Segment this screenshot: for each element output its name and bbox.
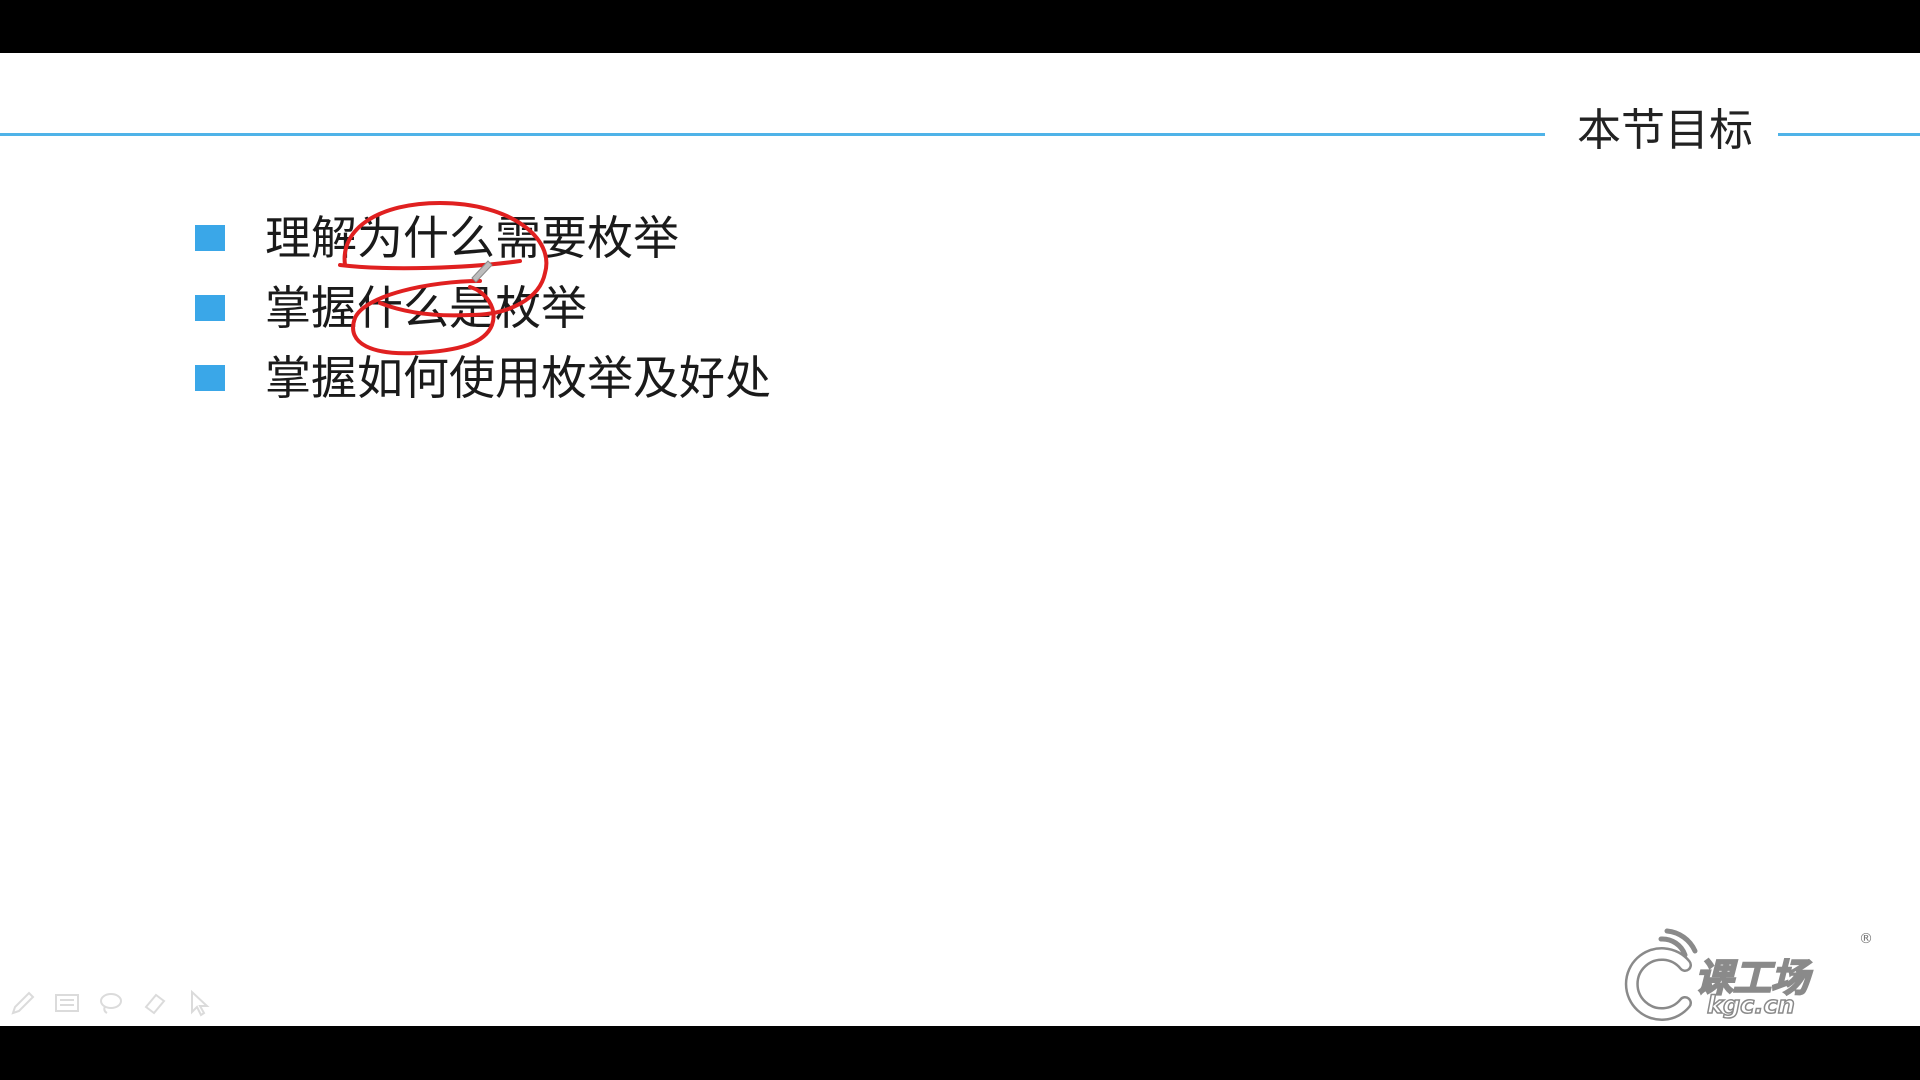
letterbox-bottom	[0, 1026, 1920, 1080]
letterbox-top	[0, 0, 1920, 53]
bullet-item: 理解为什么需要枚举	[195, 203, 771, 273]
lasso-icon	[100, 993, 122, 1014]
pen-toolbar	[8, 983, 214, 1023]
pointer-icon	[191, 989, 210, 1017]
kgc-logo: 课工场 kgc.cn ®	[1615, 928, 1875, 1023]
logo-registered-mark: ®	[1859, 931, 1873, 947]
presentation-slide: 本节目标 理解为什么需要枚举 掌握什么是枚举 掌握如何使用枚举及好处 课工场 k…	[0, 53, 1920, 1026]
bullet-text: 掌握如何使用枚举及好处	[265, 351, 771, 405]
header-divider-left	[0, 133, 1545, 136]
pen-tool-button[interactable]	[8, 988, 38, 1018]
section-title: 本节目标	[1577, 105, 1753, 156]
ink-annotation-layer	[338, 200, 549, 356]
pen-icon	[11, 991, 35, 1015]
pointer-tool-button[interactable]	[184, 988, 214, 1018]
bullet-list: 理解为什么需要枚举 掌握什么是枚举 掌握如何使用枚举及好处	[195, 203, 771, 413]
bullet-text: 理解为什么需要枚举	[265, 211, 679, 265]
bullet-square-icon	[195, 365, 225, 391]
eraser-icon	[144, 993, 166, 1015]
bullet-item: 掌握什么是枚举	[195, 273, 771, 343]
bullet-square-icon	[195, 225, 225, 251]
logo-domain-text: kgc.cn	[1706, 990, 1795, 1020]
eraser-tool-button[interactable]	[140, 988, 170, 1018]
bullet-item: 掌握如何使用枚举及好处	[195, 343, 771, 413]
whiteboard-tool-button[interactable]	[52, 988, 82, 1018]
bullet-text: 掌握什么是枚举	[265, 281, 587, 335]
header-divider-right	[1778, 133, 1920, 136]
lasso-tool-button[interactable]	[96, 988, 126, 1018]
bullet-square-icon	[195, 295, 225, 321]
whiteboard-icon	[55, 994, 79, 1012]
